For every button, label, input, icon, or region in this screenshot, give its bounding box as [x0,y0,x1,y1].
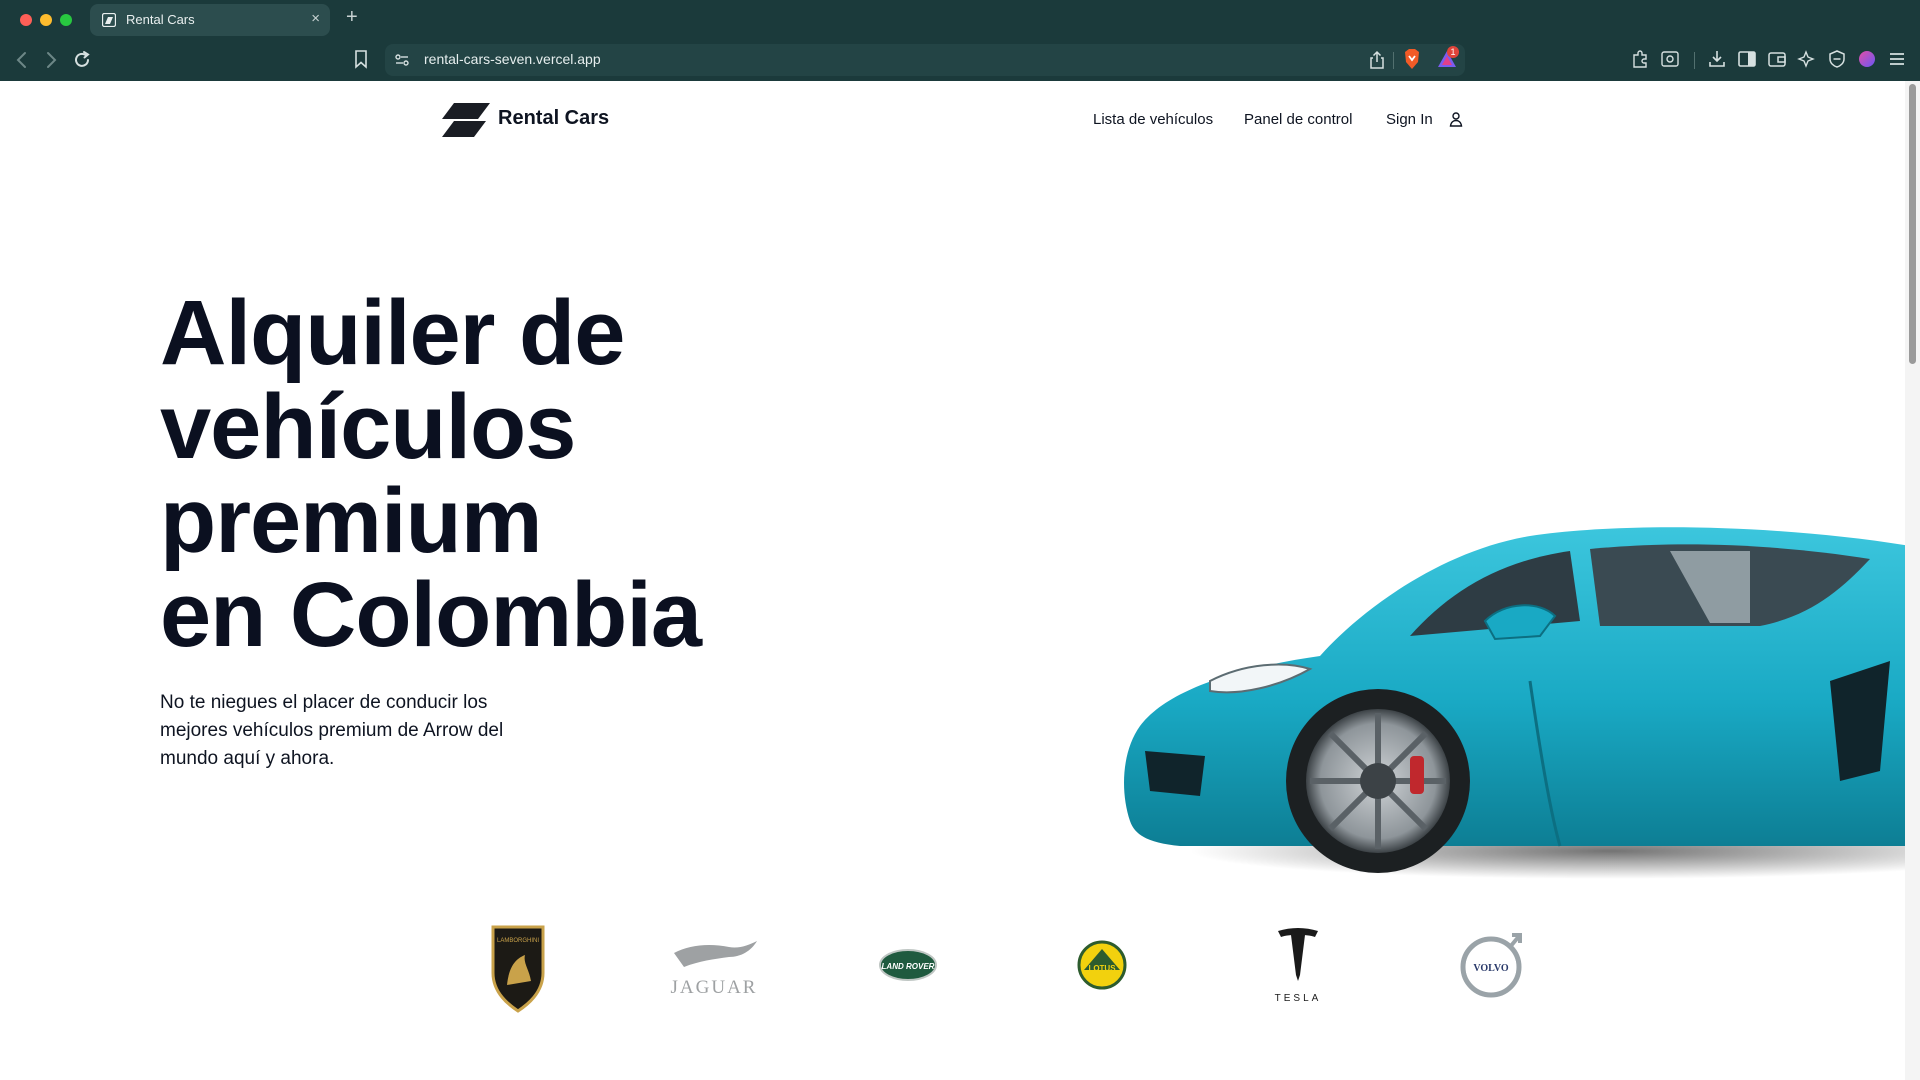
hero-title-line: premium [160,470,543,572]
back-icon[interactable] [11,49,33,71]
site-favicon-icon [102,13,116,27]
jaguar-logo-text: JAGUAR [671,977,758,998]
nav-sign-in-link[interactable]: Sign In [1386,111,1433,128]
hero-title-line: en Colombia [160,564,702,666]
vpn-icon[interactable] [1827,49,1847,69]
tab-bar: Rental Cars × + [0,0,1920,40]
share-icon[interactable] [1368,50,1386,70]
extensions-icon[interactable] [1630,49,1650,69]
menu-icon[interactable] [1887,49,1907,69]
brand-name[interactable]: Rental Cars [498,107,609,130]
hero-subtitle-line: No te niegues el placer de conducir los [160,692,488,713]
page-viewport: Rental Cars Lista de vehículos Panel de … [0,81,1905,1080]
land-rover-logo-text: LAND ROVER [882,962,935,971]
scrollbar-thumb[interactable] [1909,84,1916,364]
wallet-icon[interactable] [1767,49,1787,69]
hero-car-image [1124,527,1905,879]
rental-cars-logo-icon[interactable] [442,103,490,137]
hero-title-line: Alquiler de [160,282,625,384]
nav-dashboard-link[interactable]: Panel de control [1244,111,1352,128]
volvo-logo-icon[interactable]: VOLVO [1436,915,1546,1015]
url-text: rental-cars-seven.vercel.app [424,51,601,67]
hero-subtitle-line: mejores vehículos premium de Arrow del [160,720,504,741]
browser-chrome: Rental Cars × + rental-cars-seven.vercel… [0,0,1920,81]
lamborghini-logo-icon[interactable]: LAMBORGHINI [463,915,573,1015]
hero-title: Alquiler de vehículos premium en Colombi… [160,286,920,662]
profile-avatar-icon[interactable] [1857,49,1877,69]
browser-tab[interactable]: Rental Cars × [90,4,330,36]
minimize-window-button[interactable] [40,14,52,26]
sidebar-icon[interactable] [1737,49,1757,69]
toolbar-separator [1694,52,1695,69]
tesla-logo-icon[interactable]: TESLA [1243,915,1353,1015]
tesla-logo-text: TESLA [1275,993,1322,1004]
hero-title-line: vehículos [160,376,576,478]
leo-ai-icon[interactable] [1797,49,1817,69]
tab-title: Rental Cars [126,12,195,27]
site-settings-icon[interactable] [394,52,410,68]
nav-vehicle-list-link[interactable]: Lista de vehículos [1093,111,1213,128]
land-rover-logo-icon[interactable]: LAND ROVER [853,915,963,1015]
hero-subtitle: No te niegues el placer de conducir los … [160,689,560,773]
lamborghini-logo-text: LAMBORGHINI [497,938,539,944]
volvo-logo-text: VOLVO [1473,963,1509,974]
bookmark-icon[interactable] [352,49,370,69]
address-bar[interactable]: rental-cars-seven.vercel.app [385,44,1465,76]
lotus-logo-icon[interactable]: LOTUS [1047,915,1157,1015]
toolbar-separator [1393,52,1394,69]
rewards-badge: 1 [1447,46,1459,58]
jaguar-logo-icon[interactable]: JAGUAR [659,915,769,1015]
browser-toolbar: rental-cars-seven.vercel.app 1 [0,40,1920,81]
forward-icon[interactable] [40,49,62,71]
lotus-logo-text: LOTUS [1088,964,1116,973]
hero-subtitle-line: mundo aquí y ahora. [160,748,335,769]
new-tab-button[interactable]: + [346,6,358,29]
close-window-button[interactable] [20,14,32,26]
screenshot-icon[interactable] [1660,49,1680,69]
reload-icon[interactable] [71,49,93,71]
maximize-window-button[interactable] [60,14,72,26]
brave-shields-icon[interactable] [1402,48,1422,70]
downloads-icon[interactable] [1707,49,1727,69]
tab-close-icon[interactable]: × [311,10,320,27]
user-icon[interactable] [1448,111,1464,127]
